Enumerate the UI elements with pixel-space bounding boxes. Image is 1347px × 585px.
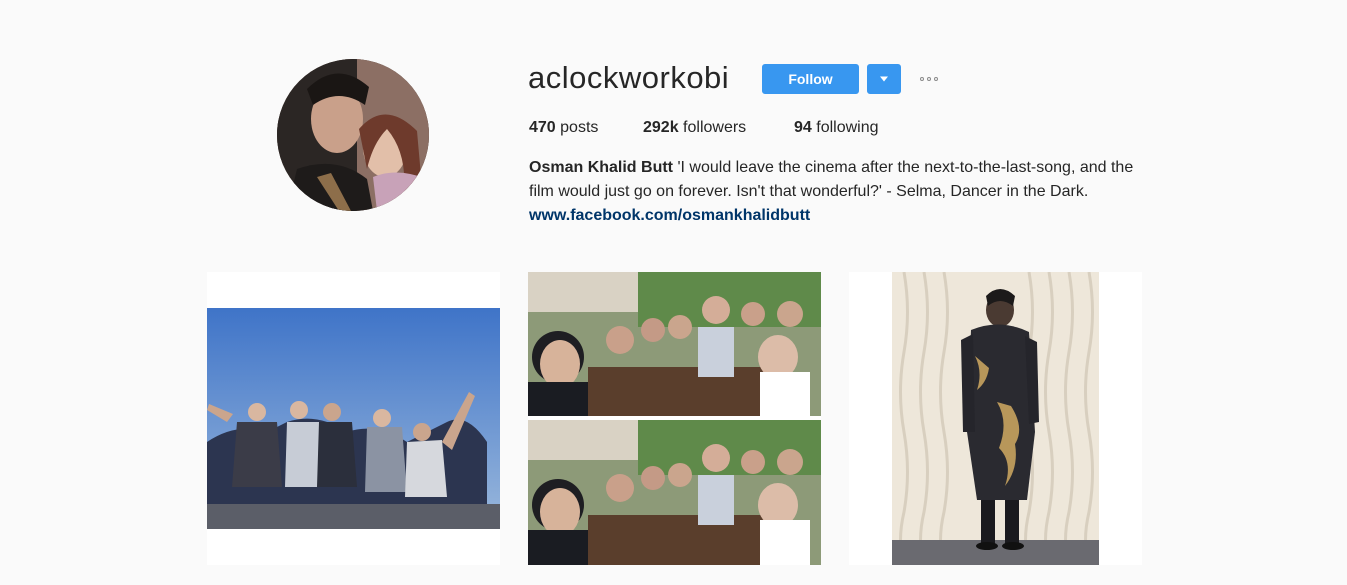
post-image-group-selfie bbox=[528, 272, 821, 565]
caret-down-icon bbox=[880, 76, 888, 82]
followers-label: followers bbox=[678, 119, 747, 136]
avatar[interactable] bbox=[277, 59, 429, 211]
avatar-photo bbox=[277, 59, 429, 211]
post-thumbnail[interactable] bbox=[528, 272, 821, 565]
posts-stat: 470 posts bbox=[529, 117, 643, 139]
bio-link[interactable]: www.facebook.com/osmankhalidbutt bbox=[529, 204, 1149, 228]
post-image-group-mountain bbox=[207, 272, 500, 565]
more-options-icon bbox=[927, 77, 931, 81]
post-thumbnail[interactable] bbox=[207, 272, 500, 565]
profile-stats: 470 posts 292k followers 94 following bbox=[529, 117, 879, 139]
posts-count: 470 bbox=[529, 119, 556, 136]
profile-page: aclockworkobi Follow 470 posts 292k foll… bbox=[0, 0, 1347, 585]
more-options-icon bbox=[920, 77, 924, 81]
post-thumbnail[interactable] bbox=[849, 272, 1142, 565]
posts-label: posts bbox=[555, 119, 599, 136]
followers-count: 292k bbox=[643, 119, 679, 136]
suggestions-dropdown-button[interactable] bbox=[867, 64, 901, 94]
more-options-button[interactable] bbox=[914, 68, 944, 90]
following-count: 94 bbox=[794, 119, 812, 136]
post-image-sherwani bbox=[849, 272, 1142, 565]
full-name: Osman Khalid Butt bbox=[529, 159, 674, 176]
followers-stat[interactable]: 292k followers bbox=[643, 117, 794, 139]
profile-bio: Osman Khalid Butt 'I would leave the cin… bbox=[529, 156, 1149, 228]
following-stat[interactable]: 94 following bbox=[794, 117, 879, 139]
username: aclockworkobi bbox=[528, 60, 730, 95]
more-options-icon bbox=[934, 77, 938, 81]
follow-button[interactable]: Follow bbox=[762, 64, 859, 94]
following-label: following bbox=[811, 119, 879, 136]
